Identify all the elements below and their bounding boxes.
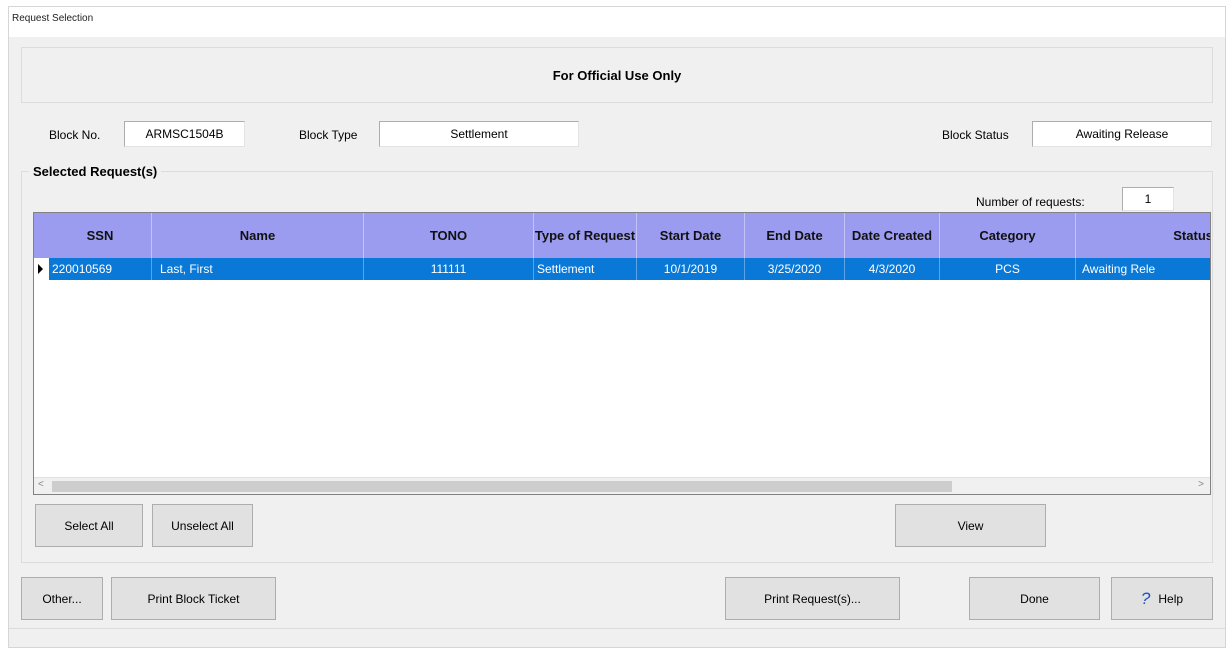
cell-date-created[interactable]: 4/3/2020 — [845, 258, 940, 280]
select-all-button[interactable]: Select All — [35, 504, 143, 547]
block-status-label: Block Status — [942, 128, 1009, 142]
print-requests-label: Print Request(s)... — [764, 591, 861, 606]
horizontal-scrollbar[interactable]: < > — [34, 477, 1210, 494]
scroll-left-icon[interactable]: < — [38, 479, 44, 490]
requests-grid[interactable]: SSN Name TONO Type of Request Start Date… — [33, 212, 1211, 495]
block-no-label: Block No. — [49, 128, 101, 142]
print-block-ticket-label: Print Block Ticket — [147, 591, 240, 606]
cell-end-date[interactable]: 3/25/2020 — [745, 258, 845, 280]
block-status-field[interactable]: Awaiting Release — [1032, 121, 1212, 147]
unselect-all-button[interactable]: Unselect All — [152, 504, 253, 547]
number-of-requests-field: 1 — [1122, 187, 1174, 211]
cell-name[interactable]: Last, First — [152, 258, 364, 280]
cell-category[interactable]: PCS — [940, 258, 1076, 280]
number-of-requests-label: Number of requests: — [976, 195, 1085, 209]
done-label: Done — [1020, 591, 1049, 606]
cell-status[interactable]: Awaiting Rele — [1076, 258, 1210, 280]
unselect-all-label: Unselect All — [171, 518, 234, 533]
window-title: Request Selection — [9, 7, 1225, 37]
column-header-date-created[interactable]: Date Created — [845, 213, 940, 258]
block-no-field[interactable]: ARMSC1504B — [124, 121, 245, 147]
other-label: Other... — [42, 591, 82, 606]
column-header-end-date[interactable]: End Date — [745, 213, 845, 258]
select-all-label: Select All — [64, 518, 114, 533]
scroll-right-icon[interactable]: > — [1198, 479, 1204, 490]
grid-header: SSN Name TONO Type of Request Start Date… — [34, 213, 1210, 258]
request-selection-window: Request Selection For Official Use Only … — [8, 6, 1226, 648]
other-button[interactable]: Other... — [21, 577, 103, 620]
column-header-status[interactable]: Status — [1076, 213, 1210, 258]
current-row-indicator-icon — [38, 264, 43, 274]
column-header-tono[interactable]: TONO — [364, 213, 534, 258]
done-button[interactable]: Done — [969, 577, 1100, 620]
selected-requests-title: Selected Request(s) — [29, 164, 162, 179]
question-mark-icon: ? — [1140, 588, 1151, 608]
column-header-ssn[interactable]: SSN — [49, 213, 152, 258]
table-row[interactable]: 220010569 Last, First 111111 Settlement … — [34, 258, 1210, 280]
footer-divider — [9, 628, 1225, 629]
column-header-category[interactable]: Category — [940, 213, 1076, 258]
scrollbar-thumb[interactable] — [52, 481, 952, 492]
view-label: View — [957, 518, 984, 533]
cell-start-date[interactable]: 10/1/2019 — [637, 258, 745, 280]
help-button[interactable]: ? Help — [1111, 577, 1213, 620]
block-type-field[interactable]: Settlement — [379, 121, 579, 147]
column-header-name[interactable]: Name — [152, 213, 364, 258]
view-button[interactable]: View — [895, 504, 1046, 547]
official-use-banner: For Official Use Only — [21, 47, 1213, 103]
cell-tono[interactable]: 111111 — [364, 258, 534, 280]
cell-type-of-request[interactable]: Settlement — [534, 258, 637, 280]
column-header-start-date[interactable]: Start Date — [637, 213, 745, 258]
block-type-label: Block Type — [299, 128, 358, 142]
cell-ssn[interactable]: 220010569 — [49, 258, 152, 280]
column-header-type-of-request[interactable]: Type of Request — [534, 213, 637, 258]
print-requests-button[interactable]: Print Request(s)... — [725, 577, 900, 620]
print-block-ticket-button[interactable]: Print Block Ticket — [111, 577, 276, 620]
help-label: Help — [1158, 591, 1184, 606]
